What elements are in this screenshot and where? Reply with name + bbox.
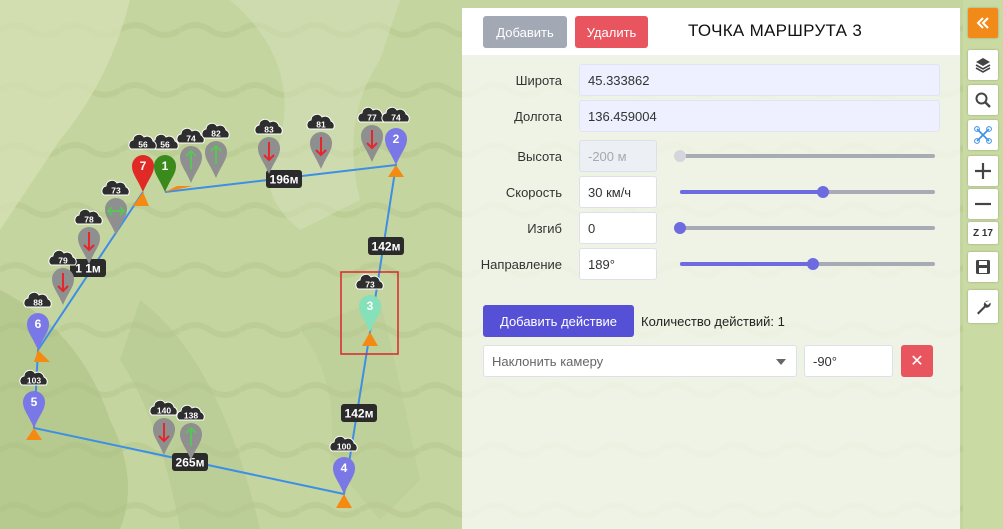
save-icon — [976, 260, 990, 274]
altitude-badge: 103 — [27, 376, 41, 386]
zoom-level: Z 17 — [968, 222, 998, 244]
zoom-level-label: Z 17 — [972, 227, 993, 239]
action-type-value: Наклонить камеру — [492, 353, 604, 369]
drone-icon — [974, 126, 992, 144]
segment-distance-text: 142м — [372, 240, 401, 254]
altitude-badge: 140 — [157, 406, 171, 416]
waypoint-number: 1 — [162, 159, 169, 173]
altitude-badge: 83 — [264, 125, 274, 135]
altitude-badge: 74 — [391, 113, 401, 123]
waypoint-number: 2 — [393, 132, 400, 146]
bend-label: Изгиб — [527, 221, 562, 236]
height-label: Высота — [517, 149, 562, 164]
add-waypoint-button[interactable]: Добавить — [483, 16, 567, 48]
search-icon — [975, 92, 991, 108]
segment-distance-text: 196м — [270, 173, 299, 187]
wrench-icon — [977, 300, 991, 314]
segment-distance-text: 1 1м — [75, 262, 101, 276]
speed-field[interactable]: 30 км/ч — [579, 176, 657, 208]
altitude-badge: 73 — [365, 280, 375, 290]
altitude-badge: 100 — [337, 442, 351, 452]
longitude-field[interactable]: 136.459004 — [579, 100, 940, 132]
direction-slider[interactable] — [680, 258, 935, 270]
delete-waypoint-button[interactable]: Удалить — [575, 16, 648, 48]
latitude-field[interactable]: 45.333862 — [579, 64, 940, 96]
zoom-out-button[interactable] — [968, 189, 998, 219]
direction-label: Направление — [480, 257, 562, 272]
panel-title: ТОЧКА МАРШРУТА 3 — [688, 21, 863, 40]
segment-distance-label: 196м — [266, 170, 302, 188]
layers-icon — [975, 58, 991, 73]
drone-button[interactable] — [968, 120, 998, 150]
height-field[interactable]: -200 м — [579, 140, 657, 172]
zoom-in-button[interactable] — [968, 156, 998, 186]
altitude-badge: 88 — [33, 298, 43, 308]
height-slider[interactable] — [674, 150, 935, 162]
altitude-badge: 138 — [184, 411, 198, 421]
altitude-badge: 56 — [138, 140, 148, 150]
altitude-badge: 82 — [211, 129, 221, 139]
altitude-badge: 74 — [186, 134, 196, 144]
waypoint-panel: Добавить Удалить ТОЧКА МАРШРУТА 3 Широта… — [462, 8, 960, 529]
chevron-down-icon — [776, 359, 786, 365]
action-param-field[interactable]: -90° — [804, 345, 893, 377]
remove-action-button[interactable]: ✕ — [901, 345, 933, 377]
waypoint-number: 7 — [140, 159, 147, 173]
altitude-badge: 79 — [58, 256, 68, 266]
segment-distance-label: 142м — [341, 404, 377, 422]
settings-button[interactable] — [968, 290, 998, 323]
segment-distance-label: 142м — [368, 237, 404, 255]
zoom-in-icon — [975, 163, 991, 179]
altitude-badge: 56 — [160, 140, 170, 150]
waypoint-number: 4 — [341, 461, 348, 475]
altitude-badge: 78 — [84, 215, 94, 225]
segment-distance-text: 142м — [345, 407, 374, 421]
add-action-button[interactable]: Добавить действие — [483, 305, 634, 337]
action-type-select[interactable]: Наклонить камеру — [483, 345, 797, 377]
layers-button[interactable] — [968, 50, 998, 80]
waypoint-number: 5 — [31, 395, 38, 409]
direction-field[interactable]: 189° — [579, 248, 657, 280]
altitude-badge: 81 — [316, 120, 326, 130]
panel-header: Добавить Удалить ТОЧКА МАРШРУТА 3 — [462, 8, 960, 55]
latitude-label: Широта — [515, 73, 562, 88]
zoom-out-icon — [975, 202, 991, 206]
bend-slider[interactable] — [674, 222, 935, 234]
waypoint-number: 3 — [367, 299, 374, 313]
collapse-icon — [976, 17, 989, 29]
search-button[interactable] — [968, 85, 998, 115]
save-button[interactable] — [968, 252, 998, 282]
longitude-label: Долгота — [514, 109, 562, 124]
speed-slider[interactable] — [680, 186, 935, 198]
action-count: Количество действий: 1 — [641, 314, 785, 329]
altitude-badge: 77 — [367, 113, 377, 123]
speed-label: Скорость — [505, 185, 562, 200]
map-toolbar: Z 17 — [963, 0, 1003, 529]
altitude-badge: 73 — [111, 186, 121, 196]
collapse-button[interactable] — [968, 8, 998, 38]
waypoint-number: 6 — [35, 317, 42, 331]
bend-field[interactable]: 0 — [579, 212, 657, 244]
